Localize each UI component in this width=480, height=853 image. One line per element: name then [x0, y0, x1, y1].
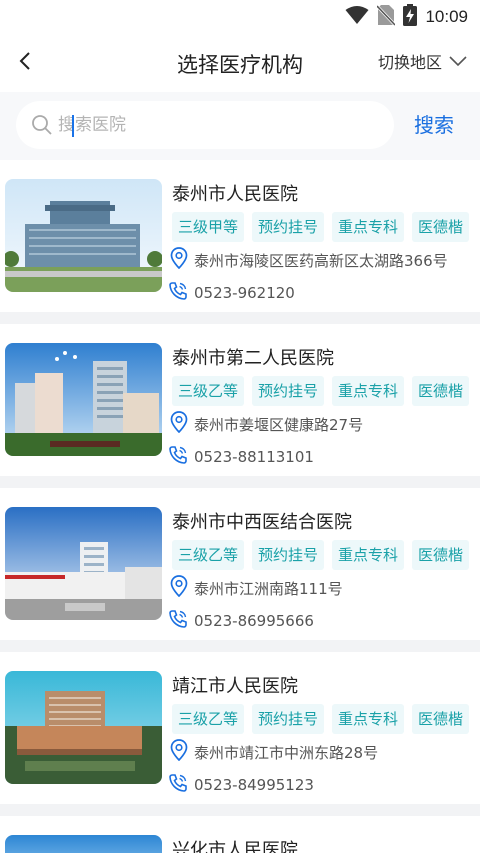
phone-icon [168, 281, 188, 305]
tag-specialty: 重点专科 [332, 704, 405, 734]
search-button[interactable]: 搜索 [414, 109, 454, 138]
search-box[interactable] [16, 101, 394, 149]
tag-specialty: 重点专科 [332, 540, 405, 570]
hospital-name: 兴化市人民医院 [172, 840, 298, 853]
location-pin-icon [170, 739, 188, 765]
no-sim-icon [376, 4, 397, 30]
hospital-address: 泰州市姜堰区健康路27号 [194, 415, 364, 434]
tag-specialty: 重点专科 [332, 376, 405, 406]
tag-ethics: 医德楷 [412, 540, 470, 570]
nav-bar: 选择医疗机构 切换地区 [0, 34, 480, 92]
hospital-card[interactable]: 泰州市中西医结合医院 三级乙等 预约挂号 重点专科 医德楷 泰州市江洲南路111… [0, 488, 480, 640]
chevron-left-icon [18, 51, 32, 75]
phone-row: 0523-88113101 [168, 445, 314, 469]
text-cursor [72, 115, 74, 137]
hospital-photo [5, 507, 162, 620]
tag-appointment: 预约挂号 [252, 704, 325, 734]
hospital-phone: 0523-86995666 [194, 612, 314, 630]
address-row: 泰州市靖江市中洲东路28号 [170, 739, 378, 765]
status-time: 10:09 [425, 7, 468, 26]
address-row: 泰州市海陵区医药高新区太湖路366号 [170, 247, 448, 273]
tag-grade: 三级乙等 [172, 704, 245, 734]
tag-appointment: 预约挂号 [252, 212, 325, 242]
hospital-card[interactable]: 泰州市第二人民医院 三级乙等 预约挂号 重点专科 医德楷 泰州市姜堰区健康路27… [0, 324, 480, 476]
phone-row: 0523-86995666 [168, 609, 314, 633]
hospital-name: 靖江市人民医院 [172, 676, 298, 697]
phone-row: 0523-84995123 [168, 773, 314, 797]
location-pin-icon [170, 247, 188, 273]
tag-specialty: 重点专科 [332, 212, 405, 242]
search-icon [30, 113, 54, 137]
tag-appointment: 预约挂号 [252, 376, 325, 406]
tag-ethics: 医德楷 [412, 212, 470, 242]
tag-grade: 三级乙等 [172, 540, 245, 570]
tag-row: 三级乙等 预约挂号 重点专科 医德楷 [172, 540, 470, 570]
chevron-down-icon [448, 52, 468, 71]
back-button[interactable] [10, 48, 40, 78]
status-bar: 10:09 [0, 0, 480, 34]
hospital-name: 泰州市人民医院 [172, 184, 298, 205]
phone-row: 0523-962120 [168, 281, 295, 305]
wifi-icon [345, 5, 369, 29]
hospital-phone: 0523-88113101 [194, 448, 314, 466]
phone-icon [168, 445, 188, 469]
tag-row: 三级乙等 预约挂号 重点专科 医德楷 [172, 376, 470, 406]
tag-appointment: 预约挂号 [252, 540, 325, 570]
hospital-address: 泰州市靖江市中洲东路28号 [194, 743, 379, 762]
hospital-photo [5, 343, 162, 456]
battery-charging-icon [403, 4, 418, 30]
search-bar: 搜索 [0, 92, 480, 160]
hospital-photo [5, 179, 162, 292]
address-row: 泰州市江洲南路111号 [170, 575, 343, 601]
hospital-address: 泰州市海陵区医药高新区太湖路366号 [194, 251, 448, 270]
hospital-photo [5, 835, 162, 853]
hospital-name: 泰州市第二人民医院 [172, 348, 334, 369]
tag-grade: 三级甲等 [172, 212, 245, 242]
tag-grade: 三级乙等 [172, 376, 245, 406]
hospital-name: 泰州市中西医结合医院 [172, 512, 352, 533]
hospital-card[interactable]: 靖江市人民医院 三级乙等 预约挂号 重点专科 医德楷 泰州市靖江市中洲东路28号… [0, 652, 480, 804]
hospital-card[interactable]: 兴化市人民医院 [0, 816, 480, 853]
hospital-phone: 0523-962120 [194, 284, 295, 302]
search-input[interactable] [56, 114, 380, 136]
status-icons: 10:09 [345, 4, 468, 30]
hospital-photo [5, 671, 162, 784]
phone-icon [168, 773, 188, 797]
tag-row: 三级甲等 预约挂号 重点专科 医德楷 [172, 212, 470, 242]
switch-region-button[interactable]: 切换地区 [378, 49, 468, 73]
hospital-phone: 0523-84995123 [194, 776, 314, 794]
tag-row: 三级乙等 预约挂号 重点专科 医德楷 [172, 704, 470, 734]
tag-ethics: 医德楷 [412, 704, 470, 734]
tag-ethics: 医德楷 [412, 376, 470, 406]
location-pin-icon [170, 575, 188, 601]
hospital-card[interactable]: 泰州市人民医院 三级甲等 预约挂号 重点专科 医德楷 泰州市海陵区医药高新区太湖… [0, 160, 480, 312]
hospital-address: 泰州市江洲南路111号 [194, 579, 343, 598]
location-pin-icon [170, 411, 188, 437]
region-label: 切换地区 [377, 53, 442, 72]
phone-icon [168, 609, 188, 633]
address-row: 泰州市姜堰区健康路27号 [170, 411, 363, 437]
